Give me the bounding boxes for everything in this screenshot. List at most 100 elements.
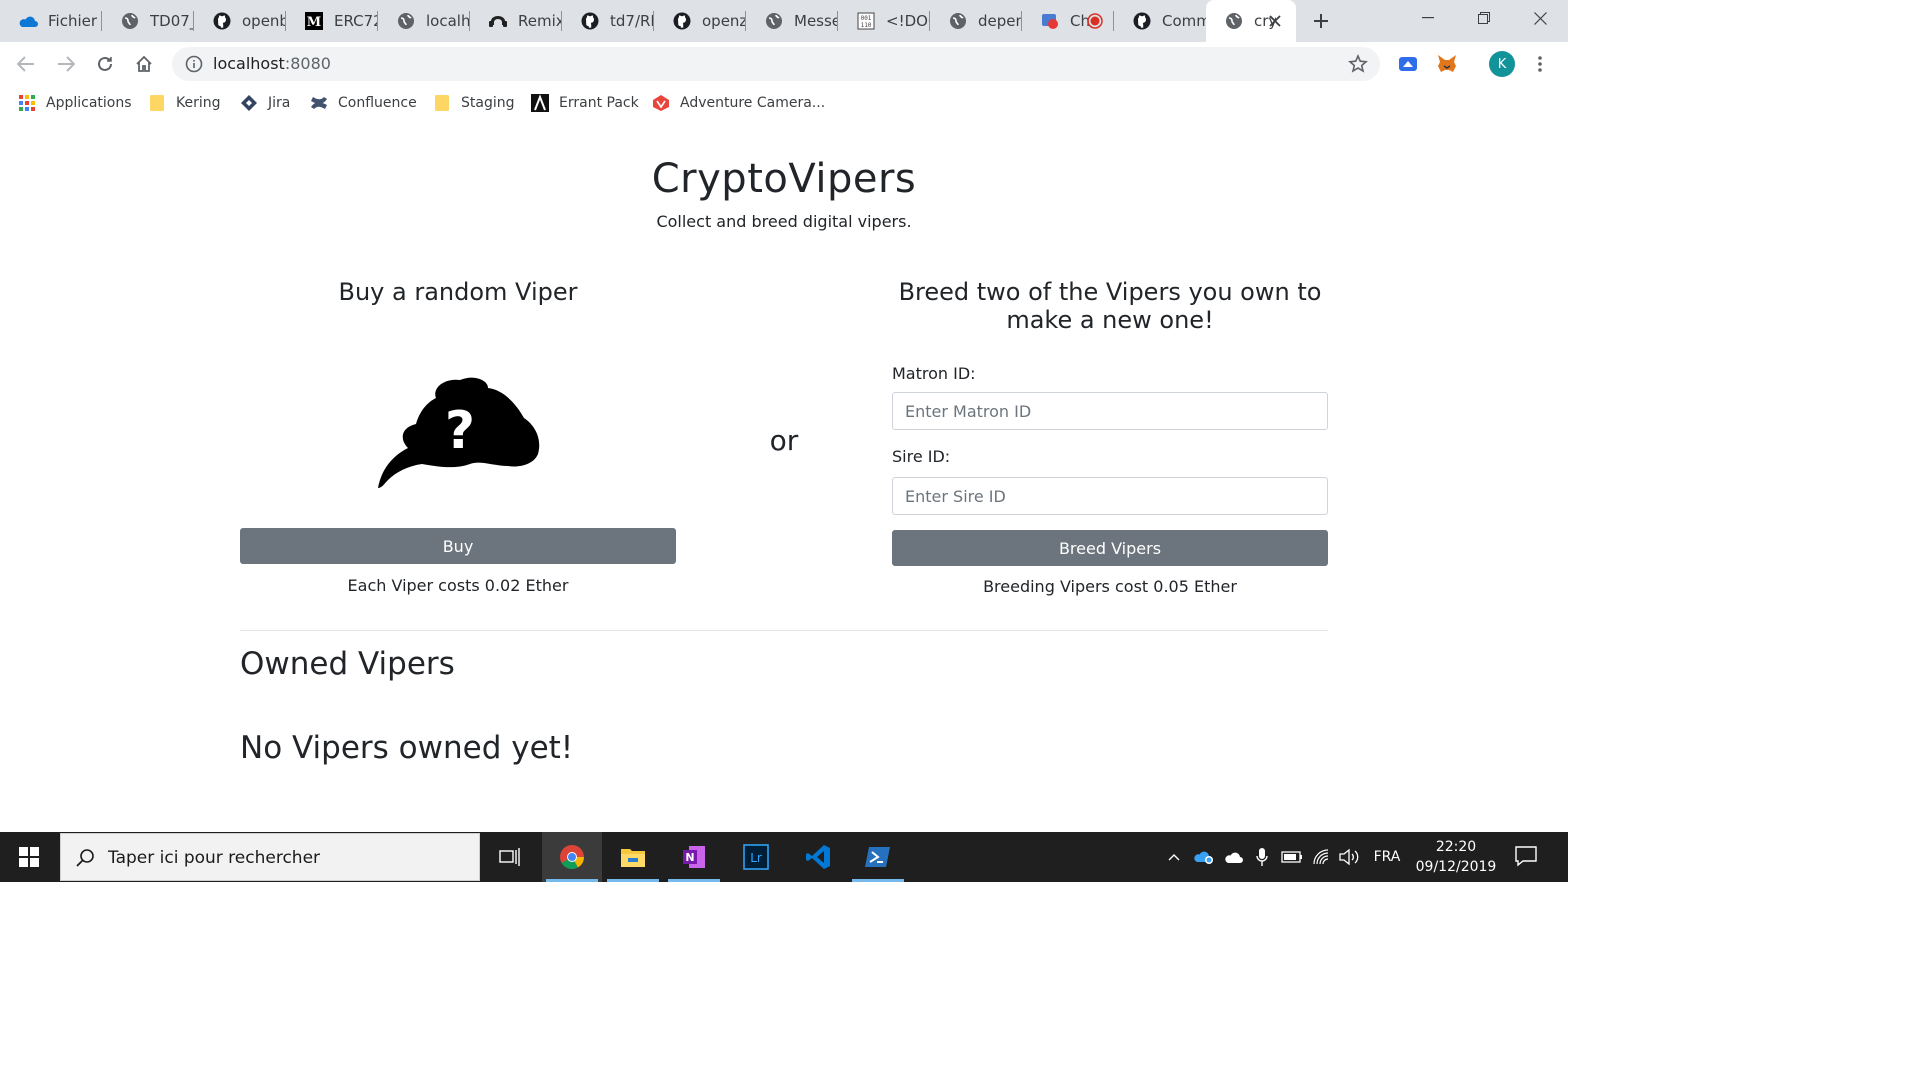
- microphone-icon[interactable]: [1252, 845, 1272, 869]
- restore-window-button[interactable]: [1456, 0, 1512, 36]
- recording-app-icon: [1040, 11, 1060, 31]
- svg-text:Lr: Lr: [750, 851, 762, 865]
- info-icon[interactable]: [184, 54, 204, 74]
- globe-icon: [120, 11, 140, 31]
- tab-openz[interactable]: openz: [654, 0, 746, 42]
- tab-fichier[interactable]: Fichier: [0, 0, 102, 42]
- minimize-window-button[interactable]: [1400, 0, 1456, 36]
- bookmark-label: Applications: [46, 95, 132, 111]
- bookmark-adventure-camera[interactable]: Adventure Camera...: [652, 92, 825, 114]
- tab-td07[interactable]: TD07_: [102, 0, 194, 42]
- svg-text:N: N: [685, 851, 694, 864]
- bookmarks-bar: Applications Kering Jira Confluence Stag…: [0, 86, 1568, 120]
- jira-icon: [240, 94, 258, 112]
- vscode-icon[interactable]: [788, 832, 848, 882]
- powershell-icon[interactable]: [848, 832, 908, 882]
- svg-text:110: 110: [861, 22, 872, 29]
- tab-label: localh: [426, 12, 470, 30]
- tab-label: Remix: [518, 12, 562, 30]
- metamask-icon[interactable]: [1435, 52, 1459, 76]
- tab-ch[interactable]: Ch: [1022, 0, 1114, 42]
- volume-icon[interactable]: [1338, 845, 1362, 869]
- cloud-icon[interactable]: [1222, 845, 1246, 869]
- tab-doctype[interactable]: 001110 <!DOC: [838, 0, 930, 42]
- wifi-icon[interactable]: [1310, 845, 1334, 869]
- bookmark-confluence[interactable]: Confluence: [310, 92, 417, 114]
- globe-icon: [1224, 11, 1244, 31]
- battery-icon[interactable]: [1280, 845, 1304, 869]
- tab-td7[interactable]: td7/RE: [562, 0, 654, 42]
- browser-menu-button[interactable]: [1526, 50, 1554, 78]
- file-explorer-icon[interactable]: [603, 832, 663, 882]
- cryptovipers-page: CryptoVipers Collect and breed digital v…: [0, 120, 1568, 832]
- clock-date: 09/12/2019: [1415, 859, 1497, 875]
- buy-button[interactable]: Buy: [240, 528, 676, 564]
- bookmark-applications[interactable]: Applications: [18, 92, 132, 114]
- folder-icon: [433, 94, 451, 112]
- bookmark-kering[interactable]: Kering: [148, 92, 221, 114]
- close-tab-icon[interactable]: [1266, 12, 1284, 30]
- tab-depen[interactable]: depen: [930, 0, 1022, 42]
- adventure-camera-icon: [652, 94, 670, 112]
- show-hidden-icons-chevron-up-icon[interactable]: [1164, 845, 1184, 869]
- address-bar[interactable]: localhost:8080: [172, 47, 1380, 81]
- reload-icon: [98, 56, 112, 71]
- tab-localhost[interactable]: localh: [378, 0, 470, 42]
- tab-label: ERC72: [334, 12, 378, 30]
- tab-comm[interactable]: Comm: [1114, 0, 1206, 42]
- taskbar-search-placeholder: Taper ici pour rechercher: [108, 848, 321, 868]
- notifications-icon[interactable]: [1514, 845, 1540, 869]
- bookmark-staging[interactable]: Staging: [433, 92, 515, 114]
- svg-text:?: ?: [445, 401, 475, 461]
- arrow-left-icon: [17, 56, 34, 72]
- tab-label: <!DOC: [886, 12, 930, 30]
- tab-messe[interactable]: Messe: [746, 0, 838, 42]
- tab-label: openz: [702, 12, 746, 30]
- profile-avatar[interactable]: K: [1489, 51, 1515, 77]
- github-icon: [1132, 11, 1152, 31]
- tab-remix[interactable]: Remix: [470, 0, 562, 42]
- or-separator: or: [769, 424, 799, 457]
- tab-label: TD07_: [150, 12, 194, 30]
- onedrive-sync-icon[interactable]: [1192, 845, 1216, 869]
- more-vertical-icon: [1538, 56, 1542, 72]
- input-language-indicator[interactable]: FRA: [1370, 845, 1404, 869]
- bookmark-star-icon[interactable]: [1348, 54, 1368, 74]
- tab-openb[interactable]: openb: [194, 0, 286, 42]
- matron-id-input[interactable]: [892, 392, 1328, 430]
- new-tab-button[interactable]: [1308, 8, 1334, 34]
- reload-button[interactable]: [91, 50, 119, 78]
- sire-id-input[interactable]: [892, 477, 1328, 515]
- bookmark-label: Confluence: [338, 95, 417, 111]
- onenote-icon[interactable]: N: [664, 832, 724, 882]
- breed-vipers-button[interactable]: Breed Vipers: [892, 530, 1328, 566]
- folder-icon: [148, 94, 166, 112]
- restore-icon: [1478, 12, 1490, 24]
- close-icon: [1533, 11, 1547, 25]
- bookmark-jira[interactable]: Jira: [240, 92, 290, 114]
- medium-icon: M: [304, 11, 324, 31]
- close-window-button[interactable]: [1512, 0, 1568, 36]
- taskbar-clock[interactable]: 22:20 09/12/2019: [1408, 837, 1504, 877]
- tab-label: Fichier: [48, 12, 98, 30]
- tab-erc721[interactable]: M ERC72: [286, 0, 378, 42]
- back-button[interactable]: [12, 50, 40, 78]
- apps-grid-icon: [18, 94, 36, 112]
- home-button[interactable]: [130, 50, 158, 78]
- tab-cryptovipers-active[interactable]: cry: [1206, 0, 1296, 42]
- tab-label: depen: [978, 12, 1022, 30]
- mystery-viper-icon: ?: [374, 370, 544, 495]
- extension-icon[interactable]: [1396, 52, 1420, 76]
- bookmark-errant-pack[interactable]: Errant Pack: [531, 92, 639, 114]
- remix-icon: [488, 11, 508, 31]
- taskbar-search-box[interactable]: Taper ici pour rechercher: [60, 833, 480, 881]
- task-view-icon[interactable]: [480, 832, 540, 882]
- svg-text:M: M: [307, 15, 321, 30]
- home-icon: [136, 55, 152, 72]
- lightroom-icon[interactable]: Lr: [726, 832, 786, 882]
- buy-price-text: Each Viper costs 0.02 Ether: [347, 576, 569, 595]
- chrome-icon[interactable]: [542, 832, 602, 882]
- breed-price-text: Breeding Vipers cost 0.05 Ether: [983, 577, 1237, 596]
- start-button[interactable]: [0, 832, 58, 882]
- forward-button[interactable]: [52, 50, 80, 78]
